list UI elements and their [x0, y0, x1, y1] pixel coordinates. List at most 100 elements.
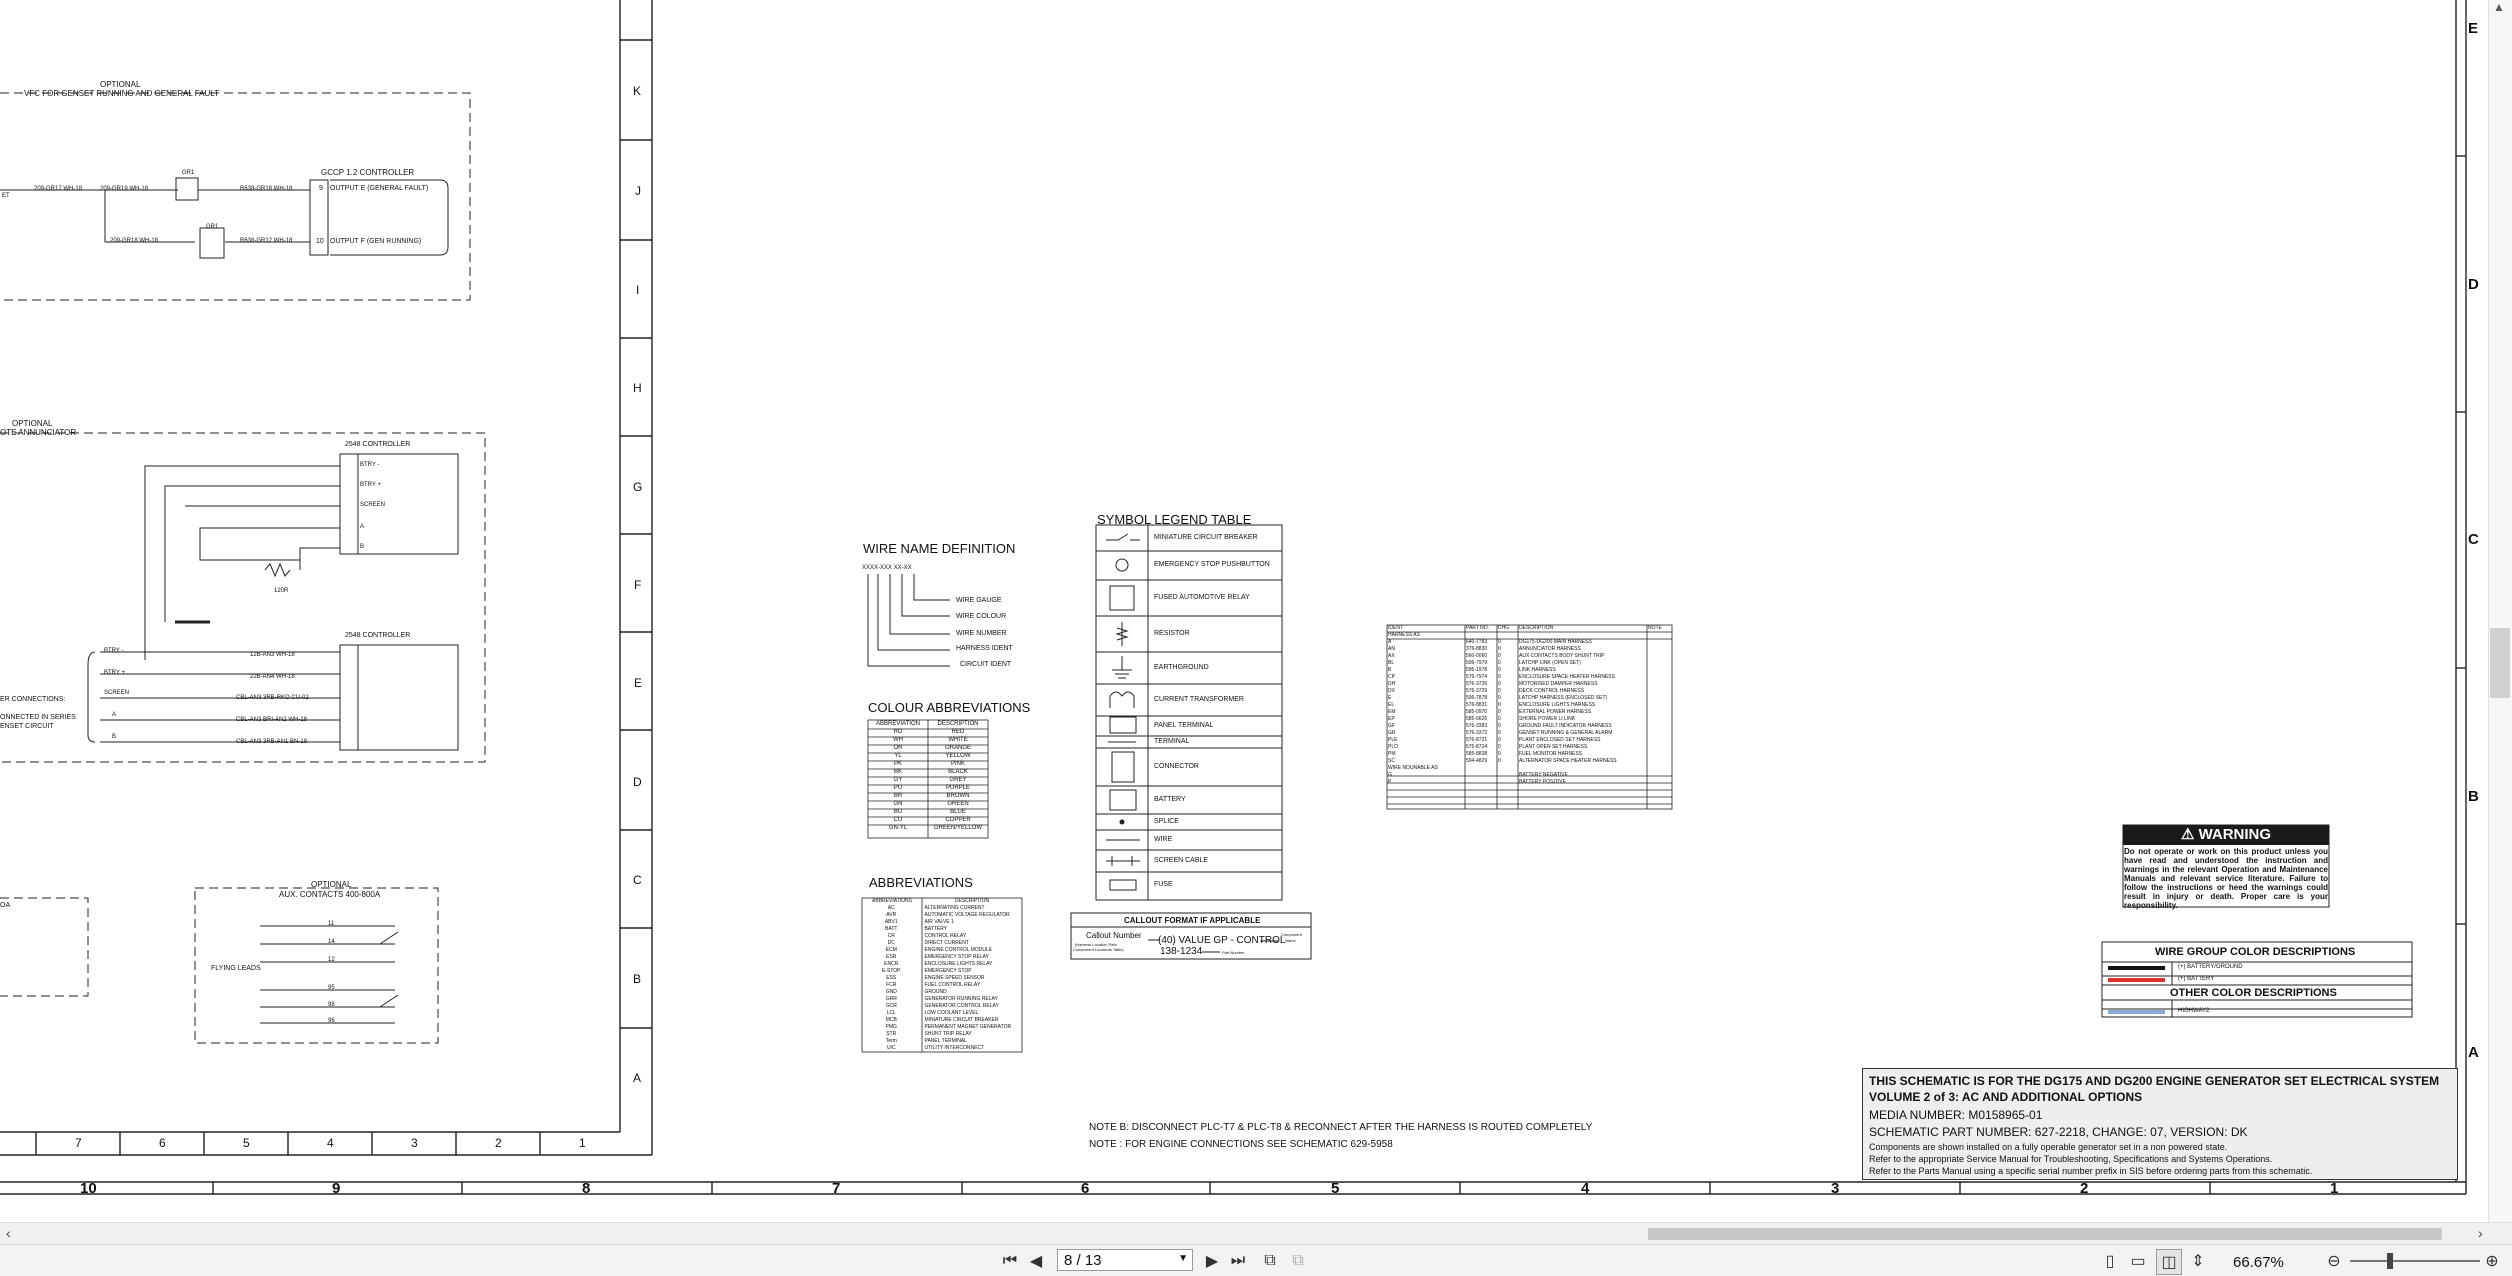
table-row: G BATTERY NEGATIVE	[1388, 772, 1673, 779]
zoom-in-icon[interactable]: ⊕	[2480, 1249, 2504, 1273]
ann-optional: OPTIONAL	[12, 419, 53, 428]
table-cell: YL	[894, 753, 902, 759]
callout-number-label: Callout Number	[1086, 931, 1142, 940]
schematic-page	[0, 0, 2467, 1195]
horizontal-scrollbar[interactable]: ‹ ›	[0, 1222, 2512, 1245]
table-row: GR 576-3372 0 GENSET RUNNING & GENERAL ALAR…	[1388, 730, 1673, 737]
table-cell: LATCHP HARNESS (ENCLOSED SET)	[1519, 695, 1608, 701]
table-cell: AUTOMATIC VOLTAGE REGULATOR	[924, 912, 1010, 918]
harness-section-1: HARNESS AS	[1388, 632, 1420, 638]
table-cell: EXTERNAL POWER HARNESS	[1519, 709, 1592, 715]
table-cell: PINK	[950, 761, 965, 767]
vfc-relay-2: GR1	[206, 224, 219, 230]
table-cell: 576-8724	[1466, 744, 1488, 750]
title-block: THIS SCHEMATIC IS FOR THE DG175 AND DG20…	[1862, 1068, 2458, 1180]
note-b: NOTE B: DISCONNECT PLC-T7 & PLC-T8 & REC…	[1089, 1122, 1593, 1133]
row-label-b: B	[633, 972, 642, 986]
page-number-field[interactable]: 8 / 13 ▼	[1057, 1249, 1193, 1271]
table-cell: SC	[1388, 758, 1395, 764]
aux-t12: 12	[328, 957, 335, 963]
wire-gauge-label: WIRE GAUGE	[956, 597, 1002, 604]
aux-optional: OPTIONAL	[311, 880, 352, 889]
zoom-slider[interactable]	[2350, 1260, 2480, 1262]
vertical-scrollbar[interactable]: ▲	[2488, 0, 2512, 1222]
title-line-2: VOLUME 2 of 3: AC AND ADDITIONAL OPTIONS	[1869, 1090, 2143, 1104]
fit-page-icon[interactable]: ⧉	[1258, 1249, 1282, 1273]
aux-t96: 96	[328, 1018, 335, 1024]
table-cell: CR	[887, 933, 895, 939]
wire-name-def-title: WIRE NAME DEFINITION	[863, 541, 1016, 556]
other-color-title: OTHER COLOR DESCRIPTIONS	[2170, 987, 2337, 999]
vertical-scroll-thumb[interactable]	[2490, 628, 2510, 698]
table-cell: 640-7783	[1466, 639, 1488, 645]
table-cell: 0	[1498, 758, 1501, 764]
prev-page-icon[interactable]: ◀	[1024, 1249, 1048, 1273]
table-cell: 0	[1498, 737, 1501, 743]
table-cell: ENGINE SPEED SENSOR	[924, 975, 985, 981]
next-page-icon[interactable]: ▶	[1200, 1249, 1224, 1273]
table-cell: 576-3383	[1466, 723, 1488, 729]
scroll-right-icon[interactable]: ›	[2478, 1225, 2483, 1241]
symbol-legend-title: SYMBOL LEGEND TABLE	[1097, 512, 1252, 527]
wire-group-row2: (+) BATTERY	[2178, 976, 2215, 982]
table-cell: GN-YL	[888, 825, 908, 831]
single-page-icon[interactable]: ▯	[2098, 1249, 2122, 1273]
callout-part-label: Part Number	[1222, 950, 1245, 955]
scroll-mode-icon[interactable]: ⇕	[2186, 1249, 2210, 1273]
table-cell: FUEL CONTROL RELAY	[924, 982, 981, 988]
vfc-pin-9: 9	[319, 185, 323, 192]
table-cell: 576-3729	[1466, 688, 1488, 694]
table-cell: B	[1388, 667, 1392, 673]
scroll-up-icon[interactable]: ▲	[2493, 0, 2505, 14]
continuous-icon[interactable]: ◫	[2156, 1249, 2182, 1275]
document-viewport[interactable]: K J I H G F E D C B A 7 6 5 4 3 2 1 10 9…	[0, 0, 2512, 1222]
callout-title: CALLOUT FORMAT IF APPLICABLE	[1124, 916, 1261, 925]
zoom-level[interactable]: 66.67%	[2233, 1254, 2284, 1271]
table-cell: GND	[885, 989, 897, 995]
ann-left-b: B	[112, 734, 117, 740]
title-note-2: Refer to the appropriate Service Manual …	[1869, 1154, 2273, 1164]
table-cell: 0	[1498, 751, 1501, 757]
harness-header-part: PART NO.	[1466, 625, 1490, 631]
title-media-number: MEDIA NUMBER: M0158965-01	[1869, 1108, 2043, 1122]
table-cell: AX	[1388, 653, 1395, 659]
first-page-icon[interactable]: ⏮	[998, 1249, 1022, 1273]
warning-title: WARNING	[2198, 826, 2272, 843]
table-cell: SHORE POWER LI LINK	[1519, 716, 1576, 722]
table-cell: CONTROL RELAY	[924, 933, 967, 939]
table-cell: EMERGENCY STOP	[924, 968, 972, 974]
vfc-wire3: 209-GR18 WH-18	[110, 238, 159, 244]
table-row: SC 594-4829 0 ALTERNATOR SPACE HEATER HARNE…	[1388, 758, 1673, 765]
fit-width-icon[interactable]: ⧉	[1286, 1249, 1310, 1273]
table-cell: 0	[1498, 723, 1501, 729]
right-row-b: B	[2468, 788, 2479, 805]
table-cell: PLO	[1388, 744, 1399, 750]
table-row: PLE 576-8721 0 PLANT ENCLOSED SET HARNESS	[1388, 737, 1673, 744]
wire-colour-label: WIRE COLOUR	[956, 613, 1007, 620]
ann-left-screen: SCREEN	[104, 690, 130, 696]
zoom-out-icon[interactable]: ⊖	[2322, 1249, 2346, 1273]
title-note-3: Refer to the Parts Manual using a specif…	[1869, 1166, 2313, 1176]
aux-t14: 14	[328, 939, 335, 945]
table-cell: GREEN/YELLOW	[933, 825, 982, 831]
horizontal-scroll-thumb[interactable]	[1648, 1228, 2442, 1240]
harness-header-chg: CHG	[1498, 625, 1510, 631]
table-cell: DC	[887, 940, 895, 946]
scroll-left-icon[interactable]: ‹	[6, 1225, 11, 1241]
facing-pages-icon[interactable]: ▭	[2126, 1249, 2150, 1273]
last-page-icon[interactable]: ⏭	[1226, 1249, 1250, 1273]
table-row: EM 585-0970 0 EXTERNAL POWER HARNESS	[1388, 709, 1673, 716]
table-cell: ENCLOSURE LIGHTS RELAY	[924, 961, 993, 967]
legend-screen-cable: SCREEN CABLE	[1154, 857, 1209, 864]
table-cell: ABV1	[884, 919, 898, 925]
chevron-down-icon[interactable]: ▼	[1178, 1253, 1188, 1264]
table-cell: STR	[886, 1031, 897, 1037]
table-cell: DECK CONTROL HARNESS	[1519, 688, 1585, 694]
table-cell: GREEN	[947, 801, 969, 807]
table-cell: 585-8838	[1466, 751, 1488, 757]
zoom-slider-thumb[interactable]	[2387, 1253, 2393, 1269]
colour-abbr-title: COLOUR ABBREVIATIONS	[868, 700, 1031, 715]
abbreviations-table: ABBREVIATIONS DESCRIPTION AC ALTERNATING C…	[862, 898, 1022, 1052]
row-label-i: I	[636, 283, 640, 297]
bottom-col-8: 8	[582, 1180, 591, 1197]
